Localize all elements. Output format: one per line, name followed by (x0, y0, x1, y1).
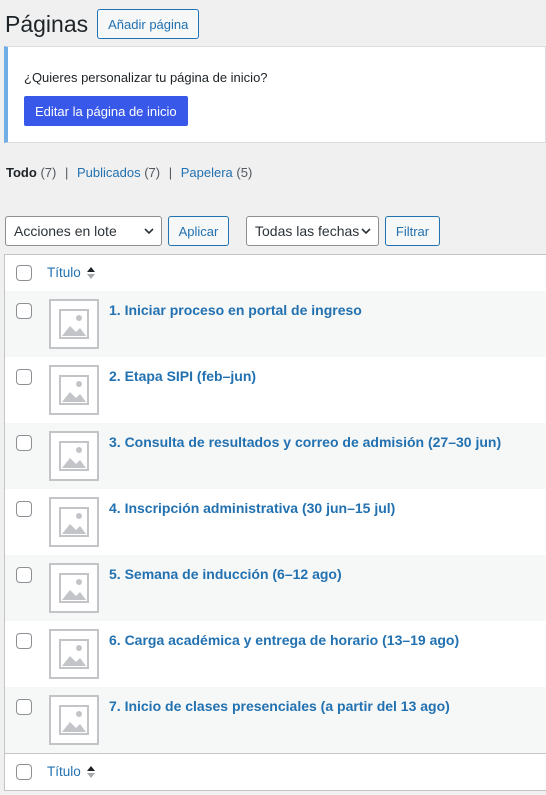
image-placeholder-icon (49, 563, 99, 613)
page-title-link[interactable]: 4. Inscripción administrativa (30 jun–15… (109, 500, 395, 516)
table-row: 5. Semana de inducción (6–12 ago) (5, 555, 546, 621)
row-checkbox[interactable] (16, 633, 32, 649)
sort-arrows-icon (86, 765, 95, 778)
image-placeholder-icon (49, 365, 99, 415)
page-title-link[interactable]: 5. Semana de inducción (6–12 ago) (109, 566, 342, 582)
select-all-checkbox[interactable] (16, 265, 32, 281)
table-row: 4. Inscripción administrativa (30 jun–15… (5, 489, 546, 555)
row-checkbox[interactable] (16, 567, 32, 583)
image-placeholder-icon (49, 431, 99, 481)
views-separator: | (168, 165, 173, 180)
view-all[interactable]: Todo (6, 165, 37, 180)
table-body: 1. Iniciar proceso en portal de ingreso … (5, 291, 546, 753)
edit-homepage-button[interactable]: Editar la página de inicio (24, 96, 188, 126)
chevron-down-icon (144, 228, 154, 235)
row-checkbox[interactable] (16, 435, 32, 451)
image-placeholder-icon (49, 695, 99, 745)
apply-button[interactable]: Aplicar (168, 216, 229, 246)
page-title-link[interactable]: 7. Inicio de clases presenciales (a part… (109, 698, 450, 714)
page-title-link[interactable]: 2. Etapa SIPI (feb–jun) (109, 368, 256, 384)
table-header: Título (5, 255, 546, 292)
view-published-count: (7) (144, 165, 161, 180)
image-placeholder-icon (49, 497, 99, 547)
page-title-link[interactable]: 1. Iniciar proceso en portal de ingreso (109, 302, 362, 318)
image-placeholder-icon (49, 629, 99, 679)
table-footer: Título (5, 753, 546, 790)
view-filters: Todo (7) | Publicados (7) | Papelera (5) (6, 165, 252, 180)
table-row: 1. Iniciar proceso en portal de ingreso (5, 291, 546, 357)
table-row: 6. Carga académica y entrega de horario … (5, 621, 546, 687)
table-row: 3. Consulta de resultados y correo de ad… (5, 423, 546, 489)
page-title-link[interactable]: 6. Carga académica y entrega de horario … (109, 632, 459, 648)
image-placeholder-icon (49, 299, 99, 349)
sort-arrows-icon (86, 266, 95, 279)
views-separator: | (64, 165, 69, 180)
page-title-link[interactable]: 3. Consulta de resultados y correo de ad… (109, 434, 501, 450)
row-checkbox[interactable] (16, 501, 32, 517)
row-checkbox[interactable] (16, 699, 32, 715)
title-column-label: Título (47, 265, 81, 280)
chevron-down-icon (361, 228, 371, 235)
view-published[interactable]: Publicados (77, 165, 141, 180)
title-column-header[interactable]: Título (47, 265, 96, 280)
table-row: 7. Inicio de clases presenciales (a part… (5, 687, 546, 753)
filter-button[interactable]: Filtrar (385, 216, 440, 246)
view-trash[interactable]: Papelera (181, 165, 233, 180)
date-filter-select[interactable]: Todas las fechas (246, 216, 379, 246)
add-page-button[interactable]: Añadir página (97, 9, 200, 39)
pages-table: Título 1. Iniciar proceso en portal de i… (4, 254, 546, 791)
row-checkbox[interactable] (16, 303, 32, 319)
table-row: 2. Etapa SIPI (feb–jun) (5, 357, 546, 423)
row-checkbox[interactable] (16, 369, 32, 385)
view-all-count: (7) (40, 165, 57, 180)
bulk-actions-value: Acciones en lote (14, 223, 117, 239)
title-column-header[interactable]: Título (47, 764, 96, 779)
title-column-label: Título (47, 764, 81, 779)
select-all-checkbox[interactable] (16, 764, 32, 780)
homepage-notice: ¿Quieres personalizar tu página de inici… (4, 46, 546, 143)
page-title: Páginas (5, 10, 89, 37)
bulk-actions-select[interactable]: Acciones en lote (5, 216, 162, 246)
view-trash-count: (5) (236, 165, 253, 180)
notice-text: ¿Quieres personalizar tu página de inici… (24, 70, 268, 85)
date-filter-value: Todas las fechas (255, 223, 360, 239)
page-header: Páginas Añadir página (5, 8, 200, 40)
